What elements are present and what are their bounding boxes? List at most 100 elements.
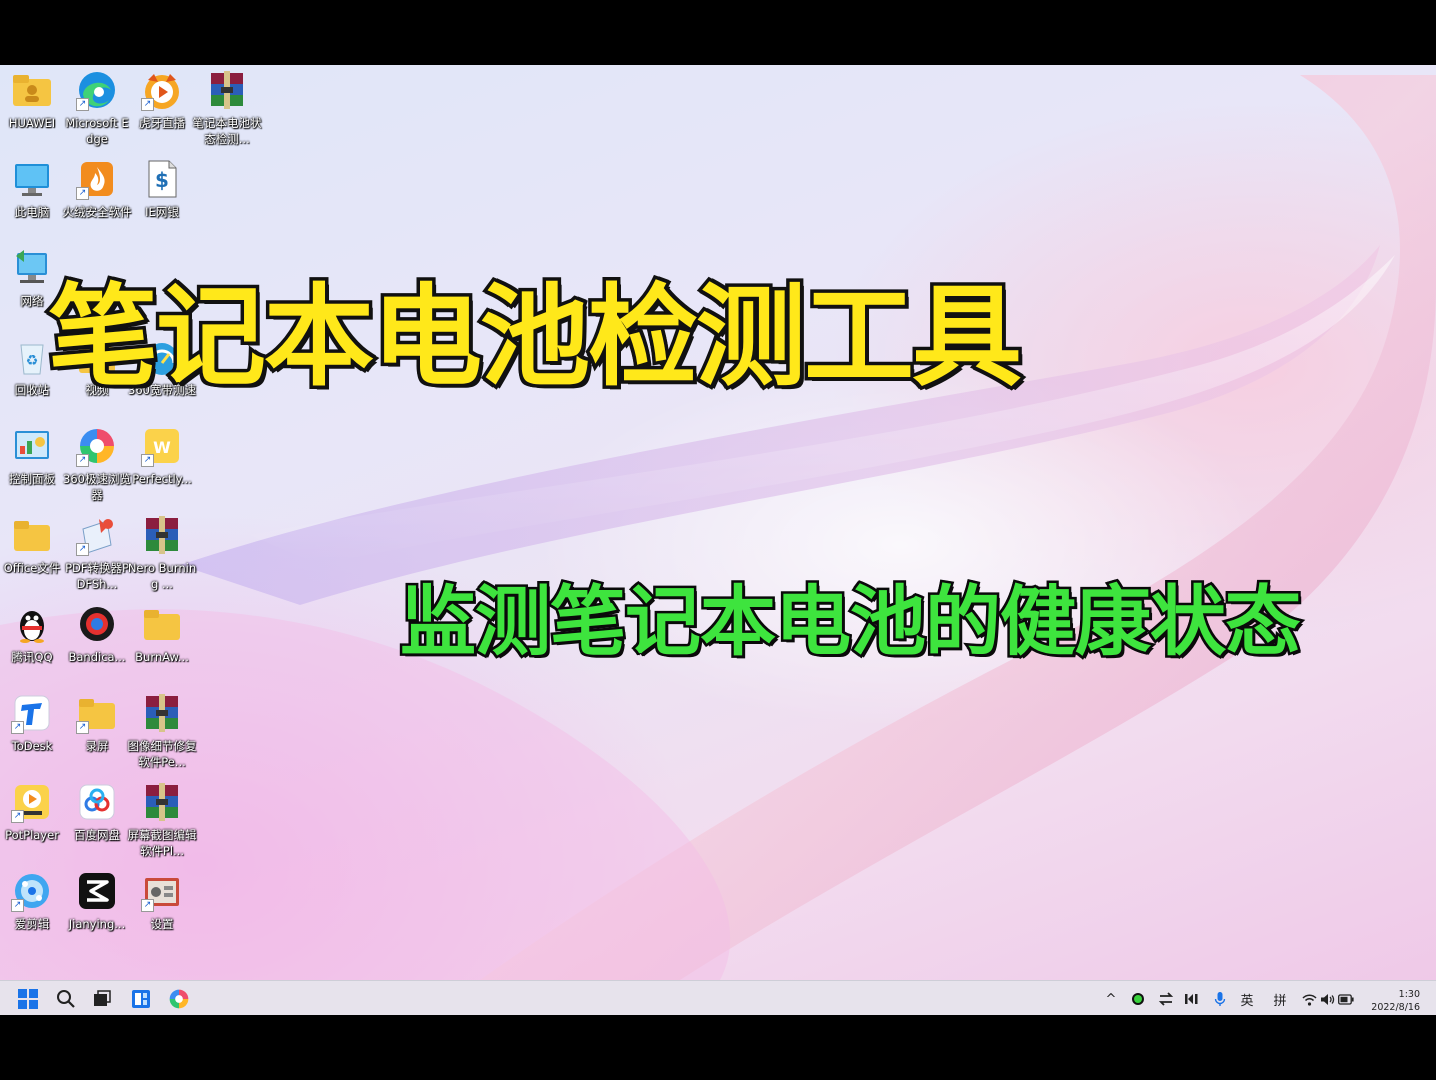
shortcut-arrow-icon: ↗ xyxy=(11,899,24,912)
qq-penguin-icon xyxy=(11,603,53,645)
tray-quick-settings[interactable] xyxy=(1302,989,1354,1009)
recycle-bin-icon: ♻ xyxy=(11,336,53,378)
desktop-icon-burnaw[interactable]: BurnAw... xyxy=(130,603,194,665)
desktop-icon-perfectly[interactable]: W ↗ Perfectly... xyxy=(130,425,194,487)
folder-icon xyxy=(11,514,53,556)
desktop-icon-edge[interactable]: ↗ Microsoft Edge xyxy=(65,69,129,147)
widgets-icon xyxy=(132,990,150,1008)
search-icon xyxy=(57,990,75,1008)
desktop-icon-potplayer[interactable]: ↗ PotPlayer xyxy=(0,781,64,843)
winrar-archive-icon xyxy=(141,692,183,734)
desktop-icon-360-browser[interactable]: ↗ 360极速浏览器 xyxy=(63,425,131,503)
wifi-icon xyxy=(1302,993,1317,1006)
perfectly-app-icon: W ↗ xyxy=(141,425,183,467)
todesk-icon: ↗ xyxy=(11,692,53,734)
desktop-icon-aijianji[interactable]: ↗ 爱剪辑 xyxy=(0,870,64,932)
microphone-icon xyxy=(1214,992,1226,1006)
desktop-icon-jianying[interactable]: Jianying... xyxy=(65,870,129,932)
widgets-button[interactable] xyxy=(129,987,153,1011)
clock-time: 1:30 xyxy=(1398,989,1420,1000)
start-button[interactable] xyxy=(16,987,40,1011)
shortcut-arrow-icon: ↗ xyxy=(11,810,24,823)
taskbar-clock[interactable]: 1:30 2022/8/16 xyxy=(1371,988,1420,1014)
shortcut-arrow-icon: ↗ xyxy=(11,721,24,734)
taskbar: ^ 英 拼 1:30 2022/8/16 xyxy=(0,980,1436,1016)
tray-overflow-chevron[interactable]: ^ xyxy=(1102,989,1120,1009)
monitor-icon xyxy=(11,158,53,200)
overlay-headline: 笔记本电池检测工具 xyxy=(45,270,1026,405)
desktop-icon-pdf-converter[interactable]: ↗ PDF转换器PDFSh... xyxy=(65,514,129,592)
task-view-icon xyxy=(94,990,111,1006)
desktop[interactable]: HUAWEI ↗ Microsoft Edge ↗ 虎牙直播 笔记本电池状态检测… xyxy=(0,65,1436,980)
desktop-icon-huawei[interactable]: HUAWEI xyxy=(0,69,64,131)
control-panel-icon xyxy=(11,425,53,467)
aijianji-icon: ↗ xyxy=(11,870,53,912)
pdf-converter-icon: ↗ xyxy=(76,514,118,556)
desktop-icon-huorong[interactable]: ↗ 火绒安全软件 xyxy=(63,158,132,220)
desktop-icon-ie-net[interactable]: $ IE网银 xyxy=(130,158,194,220)
huya-icon: ↗ xyxy=(141,69,183,111)
tray-language[interactable]: 英 xyxy=(1237,989,1257,1009)
bandicam-icon xyxy=(76,603,118,645)
wallpaper-ribbon xyxy=(0,75,1436,980)
360-browser-icon: ↗ xyxy=(76,425,118,467)
windows-logo-icon xyxy=(18,989,38,1009)
desktop-icon-this-pc[interactable]: 此电脑 xyxy=(0,158,64,220)
clock-date: 2022/8/16 xyxy=(1371,1002,1420,1013)
document-dollar-icon: $ xyxy=(141,158,183,200)
svg-text:W: W xyxy=(153,438,171,457)
desktop-icon-todesk[interactable]: ↗ ToDesk xyxy=(0,692,64,754)
desktop-icon-screen-tool[interactable]: 屏幕截图编辑软件Pl... xyxy=(128,781,197,859)
desktop-icon-bandicam[interactable]: Bandica... xyxy=(65,603,129,665)
desktop-icon-huya[interactable]: ↗ 虎牙直播 xyxy=(130,69,194,131)
shortcut-arrow-icon: ↗ xyxy=(76,543,89,556)
winrar-archive-icon xyxy=(206,69,248,111)
network-icon xyxy=(11,247,53,289)
desktop-icon-control-panel[interactable]: 控制面板 xyxy=(0,425,64,487)
desktop-icon-baidu-netdisk[interactable]: 百度网盘 xyxy=(65,781,129,843)
taskbar-360-browser[interactable] xyxy=(167,987,191,1011)
shortcut-arrow-icon: ↗ xyxy=(76,187,89,200)
potplayer-icon: ↗ xyxy=(11,781,53,823)
speaker-icon xyxy=(1321,993,1335,1005)
desktop-icon-battery-tool[interactable]: 笔记本电池状态检测... xyxy=(193,69,262,147)
shortcut-arrow-icon: ↗ xyxy=(141,98,154,111)
flame-shield-icon: ↗ xyxy=(76,158,118,200)
edge-icon: ↗ xyxy=(76,69,118,111)
winrar-archive-icon xyxy=(141,781,183,823)
360-browser-icon xyxy=(169,989,189,1009)
desktop-icon-nero[interactable]: Nero Burning ... xyxy=(128,514,196,592)
svg-text:♻: ♻ xyxy=(26,353,39,369)
green-dot-icon xyxy=(1132,993,1144,1005)
baidu-netdisk-icon xyxy=(76,781,118,823)
letterbox-top xyxy=(0,0,1436,65)
desktop-icon-qq[interactable]: 腾讯QQ xyxy=(0,603,64,665)
desktop-icon-record-folder[interactable]: ↗ 录屏 xyxy=(65,692,129,754)
overlay-subline: 监测笔记本电池的健康状态 xyxy=(398,575,1304,669)
shortcut-arrow-icon: ↗ xyxy=(76,721,89,734)
letterbox-bottom xyxy=(0,1015,1436,1080)
battery-icon xyxy=(1338,993,1354,1005)
tray-ime[interactable]: 拼 xyxy=(1270,989,1290,1009)
tray-media[interactable] xyxy=(1182,989,1202,1009)
search-button[interactable] xyxy=(54,987,78,1011)
folder-icon: ↗ xyxy=(76,692,118,734)
tray-microphone[interactable] xyxy=(1211,989,1229,1009)
shortcut-arrow-icon: ↗ xyxy=(76,98,89,111)
tray-app-green[interactable] xyxy=(1128,989,1148,1009)
desktop-icon-settings[interactable]: ↗ 设置 xyxy=(130,870,194,932)
shortcut-arrow-icon: ↗ xyxy=(76,454,89,467)
tray-todesk[interactable] xyxy=(1156,989,1176,1009)
task-view-button[interactable] xyxy=(90,987,114,1011)
folder-user-icon xyxy=(11,69,53,111)
desktop-icon-office-folder[interactable]: Office文件 xyxy=(0,514,64,576)
settings-app-icon: ↗ xyxy=(141,870,183,912)
transfer-arrows-icon xyxy=(1158,992,1174,1006)
media-icon xyxy=(1185,994,1198,1004)
desktop-icon-image-repair[interactable]: 图像细节修复软件Pe... xyxy=(128,692,197,770)
capcut-icon xyxy=(76,870,118,912)
svg-text:$: $ xyxy=(155,168,169,192)
folder-icon xyxy=(141,603,183,645)
shortcut-arrow-icon: ↗ xyxy=(141,454,154,467)
shortcut-arrow-icon: ↗ xyxy=(141,899,154,912)
